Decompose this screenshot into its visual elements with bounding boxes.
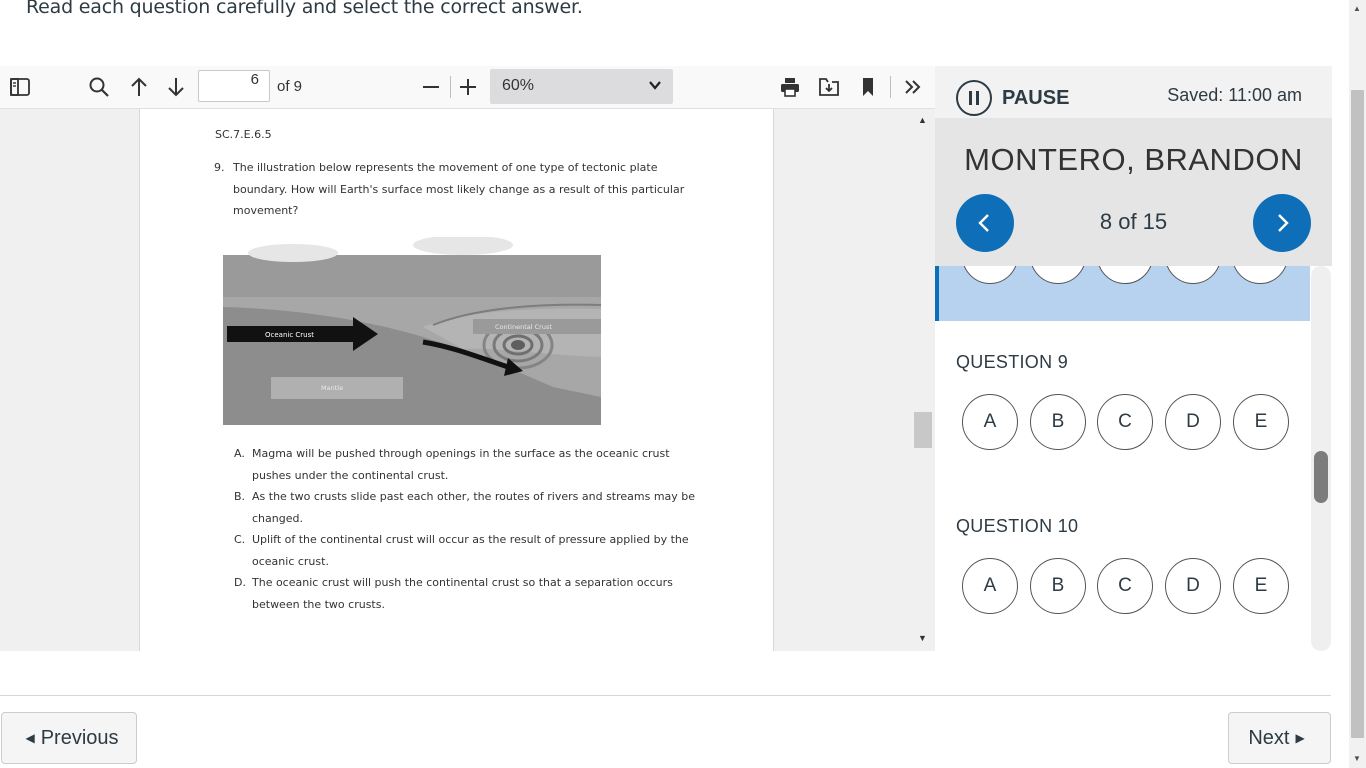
pdf-scrollbar[interactable]: ▲ ▼: [912, 109, 934, 651]
tectonic-illustration: Oceanic Crust Continental Crust Mantle: [223, 237, 601, 425]
q10-answer-a[interactable]: A: [962, 558, 1018, 614]
answer-list-scroll-thumb[interactable]: [1314, 451, 1328, 503]
save-icon[interactable]: [816, 74, 842, 100]
standard-code: SC.7.E.6.5: [215, 128, 272, 141]
answer-bubble[interactable]: [962, 266, 1018, 284]
chevron-right-icon: [1278, 214, 1289, 232]
more-tools-icon[interactable]: [900, 74, 926, 100]
answer-bubble[interactable]: [1165, 266, 1221, 284]
page-number-input[interactable]: 6: [198, 70, 270, 102]
answer-list[interactable]: QUESTION 9 A B C D E QUESTION 10 A B C D…: [935, 266, 1332, 651]
page-scroll-thumb[interactable]: [1351, 90, 1364, 738]
search-icon[interactable]: [86, 74, 112, 100]
zoom-in-icon[interactable]: [455, 74, 481, 100]
continental-crust-label: Continental Crust: [495, 323, 552, 331]
divider: [0, 695, 1331, 696]
pause-button[interactable]: PAUSE: [1002, 87, 1069, 110]
answer-options: A. Magma will be pushed through openings…: [234, 443, 704, 615]
q9-answer-e[interactable]: E: [1233, 394, 1289, 450]
page-scrollbar[interactable]: ▲ ▼: [1349, 0, 1366, 768]
toolbar-divider: [450, 76, 451, 98]
zoom-out-icon[interactable]: [418, 74, 444, 100]
q9-answer-b[interactable]: B: [1030, 394, 1086, 450]
previous-button[interactable]: ◀ Previous: [1, 712, 137, 764]
question-block: 9. The illustration below represents the…: [214, 157, 714, 222]
answer-bubble[interactable]: [1232, 266, 1288, 284]
next-button[interactable]: Next ▶: [1228, 712, 1331, 764]
next-question-button[interactable]: [1253, 194, 1311, 252]
pdf-toolbar: 6 of 9 60%: [0, 66, 935, 109]
q9-answer-c[interactable]: C: [1097, 394, 1153, 450]
answer-bubble[interactable]: [1030, 266, 1086, 284]
scroll-up-icon[interactable]: ▲: [1353, 4, 1361, 13]
option-a: A. Magma will be pushed through openings…: [234, 447, 670, 482]
bookmark-icon[interactable]: [855, 74, 881, 100]
scroll-down-icon[interactable]: ▼: [918, 633, 927, 643]
student-panel: MONTERO, BRANDON 8 of 15: [935, 118, 1332, 266]
question-9-label: QUESTION 9: [956, 352, 1069, 372]
question-number: 9.: [214, 161, 225, 174]
mantle-label: Mantle: [321, 384, 343, 392]
scroll-down-icon[interactable]: ▼: [1353, 754, 1361, 763]
pause-icon[interactable]: [956, 80, 992, 116]
test-header: PAUSE Saved: 11:00 am: [935, 66, 1332, 118]
answer-bubble[interactable]: [1097, 266, 1153, 284]
q10-answer-b[interactable]: B: [1030, 558, 1086, 614]
q10-answer-d[interactable]: D: [1165, 558, 1221, 614]
pdf-page: SC.7.E.6.5 9. The illustration below rep…: [139, 109, 774, 651]
pdf-viewer[interactable]: SC.7.E.6.5 9. The illustration below rep…: [0, 109, 935, 651]
arrow-down-icon[interactable]: [163, 74, 189, 100]
saved-status: Saved: 11:00 am: [1167, 85, 1302, 105]
option-b: B. As the two crusts slide past each oth…: [234, 490, 696, 525]
q10-answer-c[interactable]: C: [1097, 558, 1153, 614]
pdf-scroll-thumb[interactable]: [914, 412, 932, 448]
scroll-up-icon[interactable]: ▲: [918, 115, 927, 125]
q9-answer-a[interactable]: A: [962, 394, 1018, 450]
chevron-down-icon: [649, 77, 661, 93]
zoom-value: 60%: [502, 77, 535, 94]
q9-answer-d[interactable]: D: [1165, 394, 1221, 450]
page-count: of 9: [277, 78, 303, 95]
print-icon[interactable]: [777, 74, 803, 100]
caret-right-icon: ▶: [1295, 731, 1305, 745]
q10-answer-e[interactable]: E: [1233, 558, 1289, 614]
option-d: D. The oceanic crust will push the conti…: [234, 576, 673, 611]
caret-left-icon: ◀: [25, 731, 35, 745]
answer-list-scrollbar[interactable]: [1311, 266, 1331, 651]
question-10-label: QUESTION 10: [956, 516, 1079, 536]
zoom-select[interactable]: 60%: [490, 69, 673, 104]
current-question-row[interactable]: [935, 266, 1310, 321]
instructions-text: Read each question carefully and select …: [26, 0, 583, 18]
oceanic-crust-label: Oceanic Crust: [265, 331, 314, 339]
student-name: MONTERO, BRANDON: [964, 142, 1303, 177]
option-c: C. Uplift of the continental crust will …: [234, 533, 689, 568]
question-text: The illustration below represents the mo…: [233, 161, 685, 217]
toolbar-divider: [890, 76, 891, 98]
sidebar-toggle-icon[interactable]: [7, 74, 33, 100]
arrow-up-icon[interactable]: [126, 74, 152, 100]
